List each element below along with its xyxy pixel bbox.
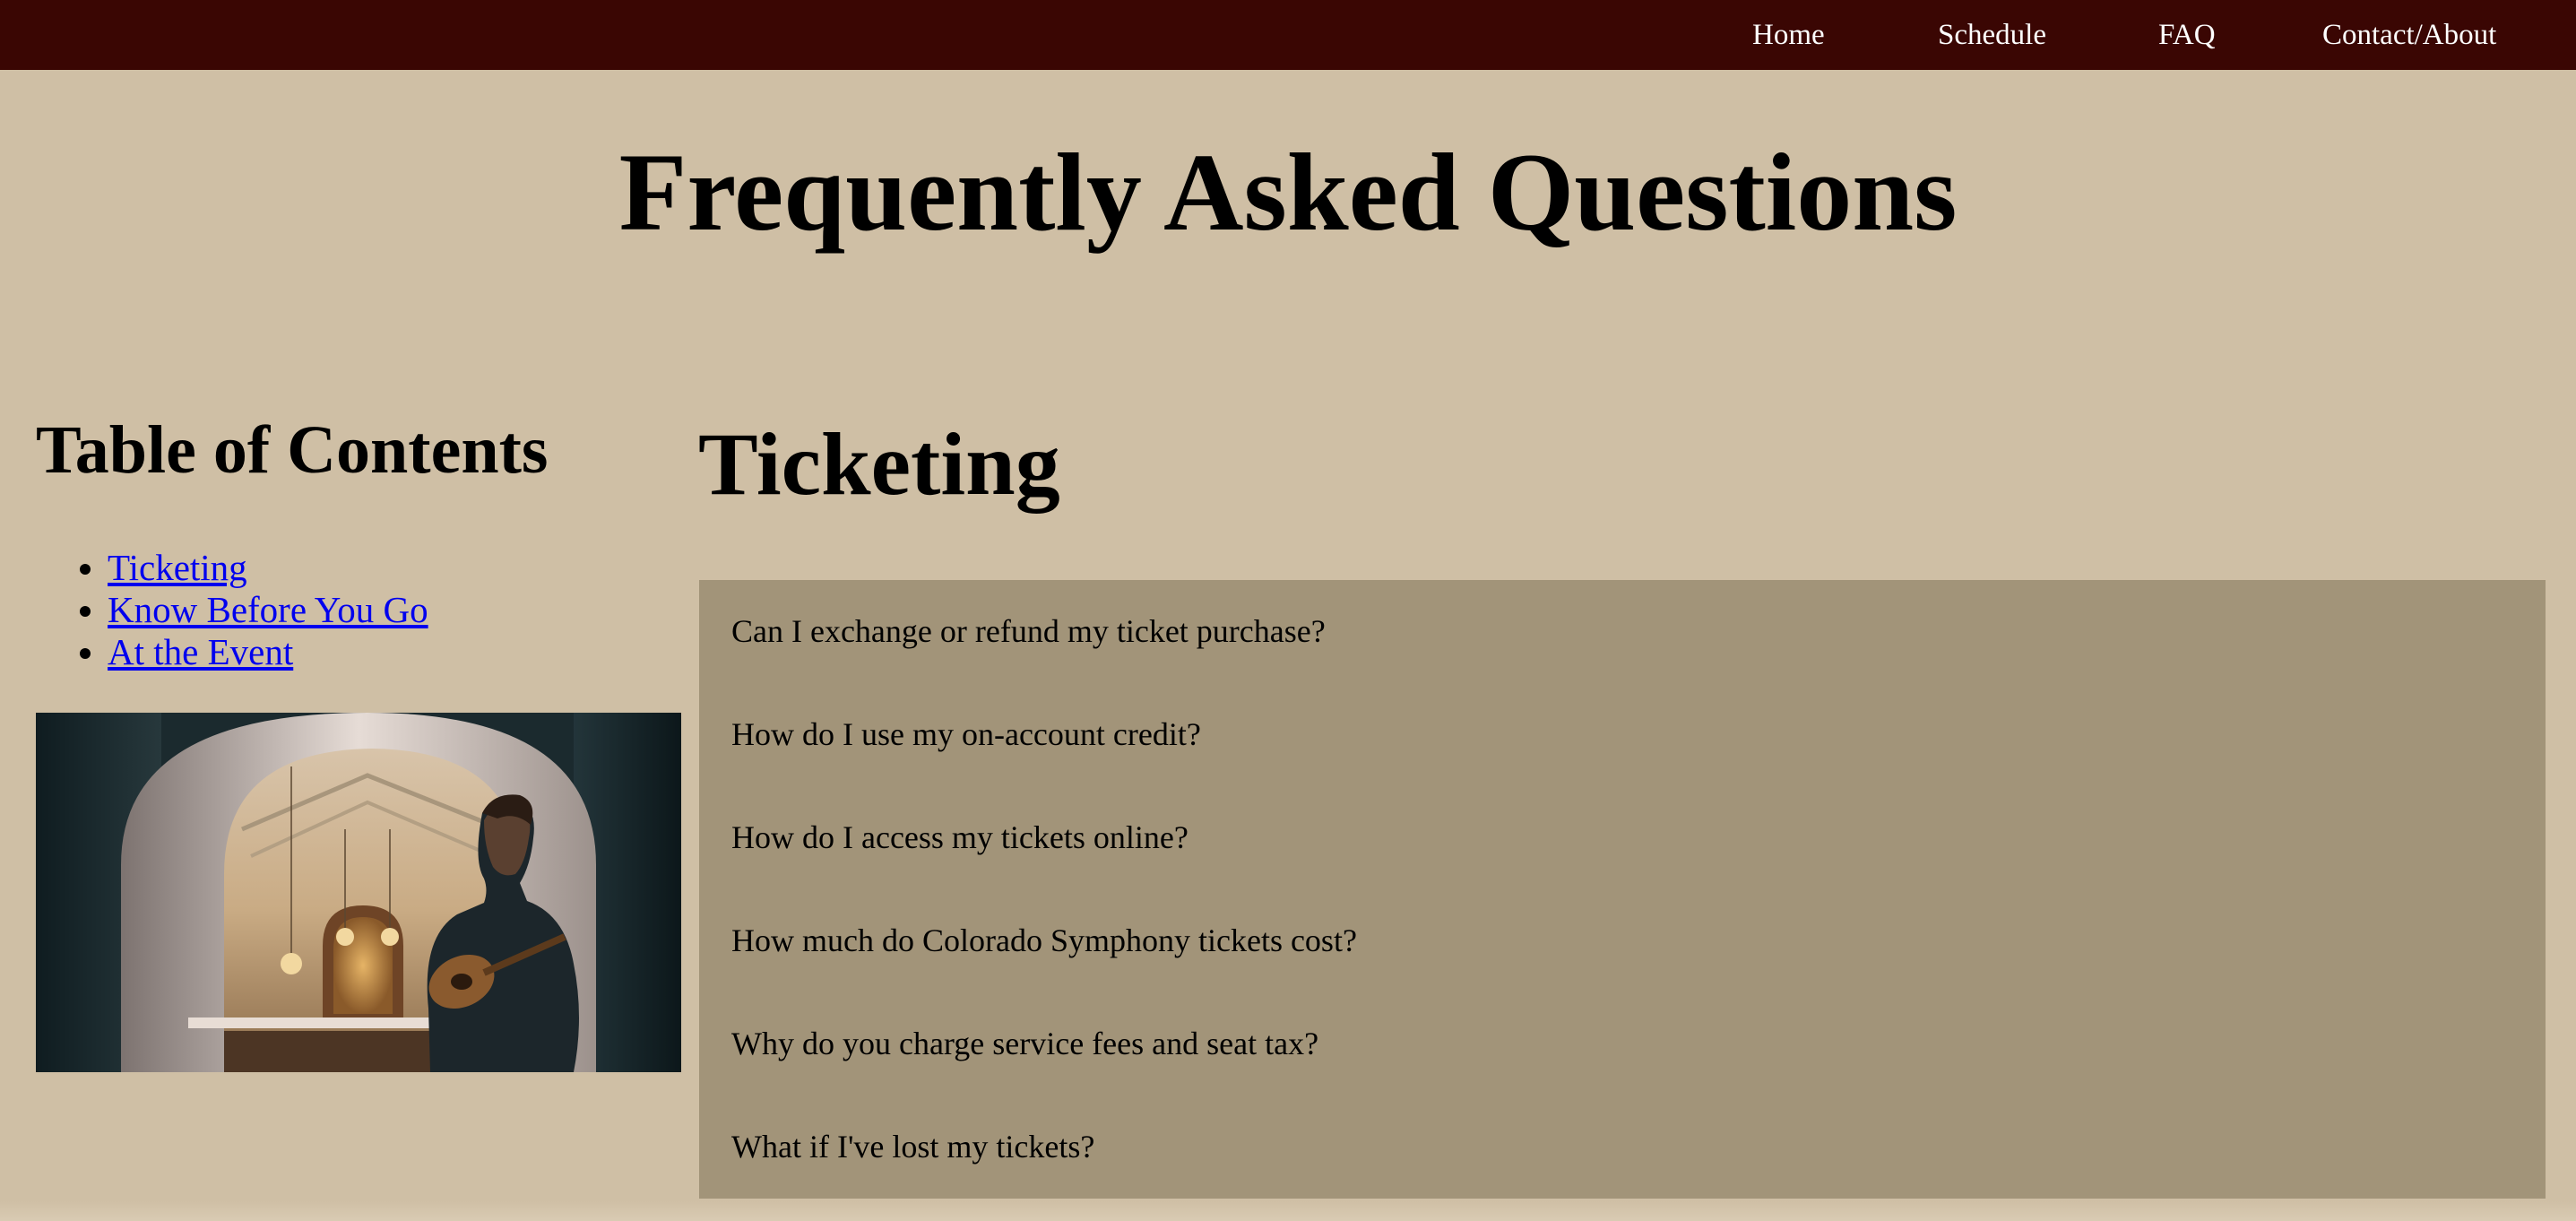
faq-list: Can I exchange or refund my ticket purch…	[699, 580, 2546, 1199]
toc-list: Ticketing Know Before You Go At the Even…	[36, 547, 428, 673]
faq-question[interactable]: How much do Colorado Symphony tickets co…	[731, 914, 1357, 967]
toc-list-item: Ticketing	[108, 547, 428, 589]
nav-link-contact-about[interactable]: Contact/About	[2322, 0, 2496, 70]
musician-photo	[36, 713, 681, 1072]
faq-question[interactable]: Can I exchange or refund my ticket purch…	[731, 604, 1326, 658]
nav-link-faq[interactable]: FAQ	[2158, 0, 2216, 70]
toc-link-know-before-you-go[interactable]: Know Before You Go	[108, 589, 428, 630]
faq-question[interactable]: How do I use my on-account credit?	[731, 707, 1201, 761]
section-heading-ticketing: Ticketing	[698, 414, 1060, 514]
nav-link-home[interactable]: Home	[1752, 0, 1825, 70]
top-nav-bar: Home Schedule FAQ Contact/About	[0, 0, 2576, 70]
toc-heading: Table of Contents	[36, 412, 549, 488]
page-bottom-edge	[0, 1201, 2576, 1221]
toc-link-at-the-event[interactable]: At the Event	[108, 631, 293, 672]
faq-question[interactable]: Why do you charge service fees and seat …	[731, 1017, 1318, 1070]
faq-question[interactable]: What if I've lost my tickets?	[731, 1120, 1094, 1173]
toc-list-item: At the Event	[108, 631, 428, 673]
toc-list-item: Know Before You Go	[108, 589, 428, 631]
nav-link-schedule[interactable]: Schedule	[1938, 0, 2046, 70]
page-title: Frequently Asked Questions	[618, 131, 1958, 254]
faq-question[interactable]: How do I access my tickets online?	[731, 810, 1189, 864]
toc-link-ticketing[interactable]: Ticketing	[108, 547, 247, 588]
